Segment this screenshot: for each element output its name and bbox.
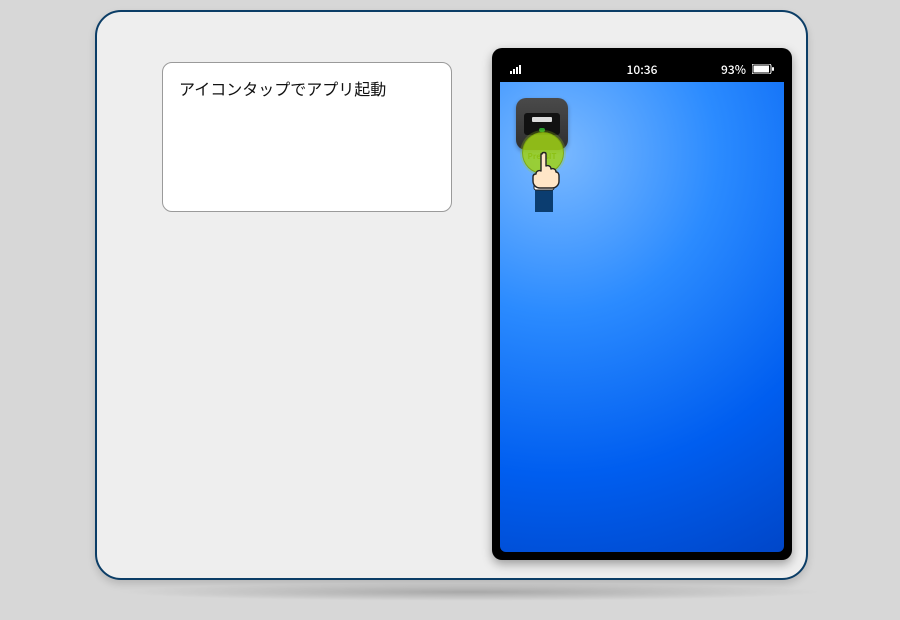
- phone-status-bar: 10:36 93%: [500, 56, 784, 82]
- instruction-box: アイコンタップでアプリ起動: [162, 62, 452, 212]
- phone-screen-frame: 10:36 93%: [500, 56, 784, 552]
- battery-icon: [752, 64, 774, 74]
- device-glyph-icon: [524, 113, 560, 135]
- battery-percent: 93%: [721, 61, 746, 78]
- instruction-card: アイコンタップでアプリ起動 10: [95, 10, 808, 580]
- status-left: [510, 64, 526, 74]
- phone-home-screen: PressIT: [500, 82, 784, 552]
- stage: アイコンタップでアプリ起動 10: [0, 0, 900, 620]
- status-right: 93%: [721, 61, 774, 78]
- signal-icon: [510, 64, 526, 74]
- app-icon-label: PressIT: [510, 151, 574, 162]
- pointing-hand-icon: [526, 150, 562, 212]
- phone-mock: 10:36 93%: [492, 48, 792, 560]
- instruction-text: アイコンタップでアプリ起動: [179, 76, 386, 100]
- app-icon-pressit[interactable]: [516, 98, 568, 150]
- card-shadow: [115, 583, 825, 601]
